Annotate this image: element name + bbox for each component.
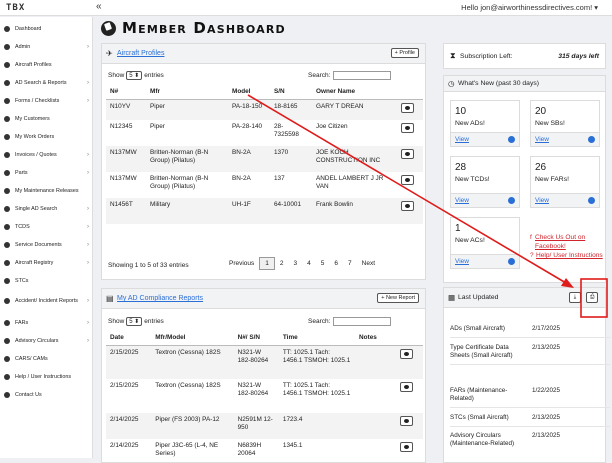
annotation-overlay <box>247 94 608 318</box>
annotation-highlight-box <box>580 278 608 318</box>
annotation-arrow-head <box>561 278 574 288</box>
annotation-arrow-line <box>247 94 567 284</box>
